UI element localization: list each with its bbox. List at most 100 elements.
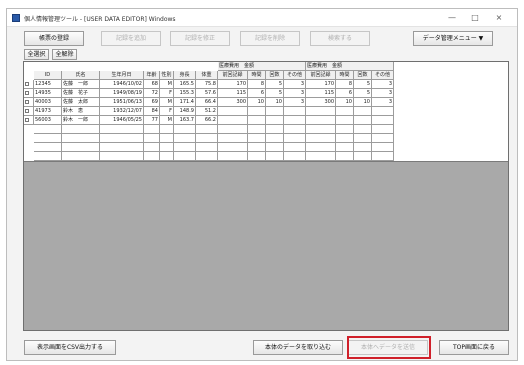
table-cell[interactable] [284, 116, 306, 125]
table-cell[interactable]: 163.7 [174, 116, 196, 125]
table-cell[interactable]: 300 [218, 98, 248, 107]
table-cell[interactable]: 3 [372, 80, 394, 89]
empty-cell[interactable] [218, 125, 248, 134]
table-cell[interactable]: 155.3 [174, 89, 196, 98]
table-cell[interactable] [266, 116, 284, 125]
empty-cell[interactable] [306, 143, 336, 152]
empty-cell[interactable] [34, 152, 62, 161]
table-cell[interactable]: 115 [306, 89, 336, 98]
data-table[interactable]: 医療費用 金額 医療費用 金額 ID 氏名 生年月日 年齢 性別 身長 体重 前回記録 時間 回数 その… [24, 62, 508, 162]
table-cell[interactable]: M [160, 80, 174, 89]
table-cell[interactable]: 5 [266, 80, 284, 89]
table-cell[interactable]: 10 [266, 98, 284, 107]
table-cell[interactable]: 鈴木 一郎 [62, 116, 100, 125]
empty-cell[interactable] [248, 134, 266, 143]
empty-cell[interactable] [354, 125, 372, 134]
table-cell[interactable] [336, 116, 354, 125]
table-cell[interactable]: 170 [218, 80, 248, 89]
table-cell[interactable]: 171.4 [174, 98, 196, 107]
empty-cell[interactable] [196, 152, 218, 161]
table-cell[interactable] [218, 107, 248, 116]
table-cell[interactable]: 3 [284, 80, 306, 89]
empty-cell[interactable] [354, 134, 372, 143]
empty-cell[interactable] [372, 152, 394, 161]
delete-record-button[interactable]: 記録を削除 [240, 31, 300, 46]
empty-cell[interactable] [248, 125, 266, 134]
column-header[interactable]: 時間 [336, 71, 354, 80]
empty-cell[interactable] [336, 152, 354, 161]
search-button[interactable]: 検索する [310, 31, 370, 46]
table-cell[interactable]: 1949/08/19 [100, 89, 144, 98]
table-cell[interactable]: 66.4 [196, 98, 218, 107]
table-cell[interactable]: 300 [306, 98, 336, 107]
empty-cell[interactable] [248, 143, 266, 152]
table-cell[interactable] [336, 107, 354, 116]
row-checkbox[interactable] [24, 89, 34, 98]
table-cell[interactable]: 14935 [34, 89, 62, 98]
row-checkbox[interactable] [24, 98, 34, 107]
empty-cell[interactable] [354, 143, 372, 152]
table-cell[interactable]: 77 [144, 116, 160, 125]
empty-cell[interactable] [266, 143, 284, 152]
table-cell[interactable]: 115 [218, 89, 248, 98]
empty-cell[interactable] [284, 134, 306, 143]
table-cell[interactable]: 69 [144, 98, 160, 107]
column-header[interactable]: 身長 [174, 71, 196, 80]
empty-cell[interactable] [100, 134, 144, 143]
maximize-button[interactable]: □ [466, 12, 484, 24]
table-cell[interactable]: 8 [336, 80, 354, 89]
empty-cell[interactable] [174, 143, 196, 152]
column-header[interactable]: 年齢 [144, 71, 160, 80]
back-top-button[interactable]: TOP画面に戻る [439, 340, 509, 355]
empty-cell[interactable] [62, 143, 100, 152]
table-cell[interactable]: 6 [248, 89, 266, 98]
close-button[interactable]: × [490, 12, 508, 24]
column-header[interactable]: 前回記録 [306, 71, 336, 80]
table-cell[interactable]: 148.9 [174, 107, 196, 116]
empty-cell[interactable] [34, 143, 62, 152]
empty-cell[interactable] [218, 152, 248, 161]
table-cell[interactable]: 68 [144, 80, 160, 89]
empty-cell[interactable] [266, 125, 284, 134]
table-cell[interactable]: 66.2 [196, 116, 218, 125]
row-checkbox[interactable] [24, 107, 34, 116]
table-cell[interactable]: 8 [248, 80, 266, 89]
empty-cell[interactable] [100, 143, 144, 152]
table-cell[interactable]: 1946/10/02 [100, 80, 144, 89]
table-cell[interactable] [354, 116, 372, 125]
empty-cell[interactable] [372, 143, 394, 152]
column-header[interactable]: その他 [372, 71, 394, 80]
empty-cell[interactable] [354, 152, 372, 161]
table-cell[interactable]: 3 [284, 89, 306, 98]
column-header[interactable]: 時間 [248, 71, 266, 80]
empty-cell[interactable] [144, 152, 160, 161]
table-cell[interactable]: 84 [144, 107, 160, 116]
table-cell[interactable]: 57.6 [196, 89, 218, 98]
table-cell[interactable]: 1946/05/25 [100, 116, 144, 125]
table-cell[interactable]: 165.5 [174, 80, 196, 89]
empty-cell[interactable] [160, 152, 174, 161]
empty-cell[interactable] [306, 125, 336, 134]
table-cell[interactable] [372, 107, 394, 116]
column-header[interactable]: 体重 [196, 71, 218, 80]
data-menu-button[interactable]: データ管理メニュー ▼ [413, 31, 493, 46]
empty-cell[interactable] [218, 143, 248, 152]
table-cell[interactable]: 6 [336, 89, 354, 98]
table-cell[interactable]: 10 [354, 98, 372, 107]
empty-cell[interactable] [62, 134, 100, 143]
table-cell[interactable]: 佐藤 太郎 [62, 98, 100, 107]
table-cell[interactable]: 10 [248, 98, 266, 107]
register-button[interactable]: 帳票の登録 [24, 31, 84, 46]
empty-cell[interactable] [218, 134, 248, 143]
column-header[interactable]: その他 [284, 71, 306, 80]
table-cell[interactable]: 75.8 [196, 80, 218, 89]
empty-cell[interactable] [100, 125, 144, 134]
empty-cell[interactable] [144, 134, 160, 143]
table-cell[interactable]: 1951/06/13 [100, 98, 144, 107]
table-cell[interactable] [306, 116, 336, 125]
edit-record-button[interactable]: 記録を修正 [170, 31, 230, 46]
add-record-button[interactable]: 記録を追加 [101, 31, 161, 46]
table-cell[interactable]: F [160, 89, 174, 98]
import-data-button[interactable]: 本体のデータを取り込む [253, 340, 343, 355]
empty-cell[interactable] [284, 152, 306, 161]
